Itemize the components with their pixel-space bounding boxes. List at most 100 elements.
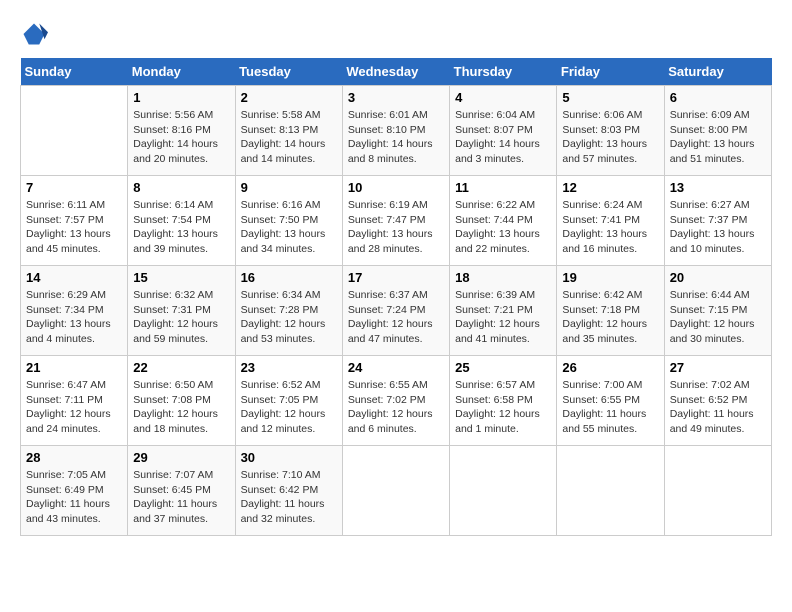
day-number: 30 xyxy=(241,450,337,465)
calendar-cell: 7Sunrise: 6:11 AM Sunset: 7:57 PM Daylig… xyxy=(21,176,128,266)
calendar-cell: 14 Sunrise: 6:29 AM Sunset: 7:34 PM Dayli… xyxy=(21,266,128,356)
calendar-cell: 13Sunrise: 6:27 AM Sunset: 7:37 PM Dayli… xyxy=(664,176,771,266)
day-number: 11 xyxy=(455,180,551,195)
day-number: 17 xyxy=(348,270,444,285)
day-info: Sunrise: 6:50 AM Sunset: 7:08 PM Dayligh… xyxy=(133,378,229,437)
day-number: 5 xyxy=(562,90,658,105)
calendar-cell: 2 Sunrise: 5:58 AM Sunset: 8:13 PM Daylig… xyxy=(235,86,342,176)
day-number: 6 xyxy=(670,90,766,105)
day-header-tuesday: Tuesday xyxy=(235,58,342,86)
calendar-cell xyxy=(557,446,664,536)
day-number: 18 xyxy=(455,270,551,285)
day-info: Sunrise: 6:14 AM Sunset: 7:54 PM Dayligh… xyxy=(133,198,229,257)
calendar-table: SundayMondayTuesdayWednesdayThursdayFrid… xyxy=(20,58,772,536)
day-info: Sunrise: 7:10 AM Sunset: 6:42 PM Dayligh… xyxy=(241,468,337,527)
calendar-cell: 19 Sunrise: 6:42 AM Sunset: 7:18 PM Dayli… xyxy=(557,266,664,356)
day-number: 28 xyxy=(26,450,122,465)
calendar-cell: 29 Sunrise: 7:07 AM Sunset: 6:45 PM Dayli… xyxy=(128,446,235,536)
calendar-cell: 11Sunrise: 6:22 AM Sunset: 7:44 PM Dayli… xyxy=(450,176,557,266)
calendar-cell: 26 Sunrise: 7:00 AM Sunset: 6:55 PM Dayli… xyxy=(557,356,664,446)
calendar-cell: 12Sunrise: 6:24 AM Sunset: 7:41 PM Dayli… xyxy=(557,176,664,266)
day-number: 4 xyxy=(455,90,551,105)
calendar-header: SundayMondayTuesdayWednesdayThursdayFrid… xyxy=(21,58,772,86)
day-info: Sunrise: 6:42 AM Sunset: 7:18 PM Dayligh… xyxy=(562,288,658,347)
day-number: 10 xyxy=(348,180,444,195)
calendar-cell: 3Sunrise: 6:01 AM Sunset: 8:10 PM Daylig… xyxy=(342,86,449,176)
day-number: 1 xyxy=(133,90,229,105)
calendar-cell xyxy=(664,446,771,536)
calendar-cell: 6 Sunrise: 6:09 AM Sunset: 8:00 PM Daylig… xyxy=(664,86,771,176)
week-row-3: 14 Sunrise: 6:29 AM Sunset: 7:34 PM Dayli… xyxy=(21,266,772,356)
day-info: Sunrise: 6:27 AM Sunset: 7:37 PM Dayligh… xyxy=(670,198,766,257)
calendar-cell: 23 Sunrise: 6:52 AM Sunset: 7:05 PM Dayli… xyxy=(235,356,342,446)
day-info: Sunrise: 6:32 AM Sunset: 7:31 PM Dayligh… xyxy=(133,288,229,347)
calendar-cell: 30 Sunrise: 7:10 AM Sunset: 6:42 PM Dayli… xyxy=(235,446,342,536)
logo-icon xyxy=(20,20,48,48)
day-info: Sunrise: 6:47 AM Sunset: 7:11 PM Dayligh… xyxy=(26,378,122,437)
page-header xyxy=(20,20,772,48)
day-info: Sunrise: 6:37 AM Sunset: 7:24 PM Dayligh… xyxy=(348,288,444,347)
day-info: Sunrise: 6:06 AM Sunset: 8:03 PM Dayligh… xyxy=(562,108,658,167)
day-number: 26 xyxy=(562,360,658,375)
day-info: Sunrise: 6:04 AM Sunset: 8:07 PM Dayligh… xyxy=(455,108,551,167)
calendar-cell: 22 Sunrise: 6:50 AM Sunset: 7:08 PM Dayli… xyxy=(128,356,235,446)
calendar-cell: 1 Sunrise: 5:56 AM Sunset: 8:16 PM Daylig… xyxy=(128,86,235,176)
week-row-1: 1 Sunrise: 5:56 AM Sunset: 8:16 PM Daylig… xyxy=(21,86,772,176)
day-header-sunday: Sunday xyxy=(21,58,128,86)
day-header-monday: Monday xyxy=(128,58,235,86)
calendar-cell: 17 Sunrise: 6:37 AM Sunset: 7:24 PM Dayli… xyxy=(342,266,449,356)
week-row-5: 28 Sunrise: 7:05 AM Sunset: 6:49 PM Dayli… xyxy=(21,446,772,536)
day-number: 22 xyxy=(133,360,229,375)
day-info: Sunrise: 7:05 AM Sunset: 6:49 PM Dayligh… xyxy=(26,468,122,527)
day-info: Sunrise: 6:39 AM Sunset: 7:21 PM Dayligh… xyxy=(455,288,551,347)
calendar-cell: 24 Sunrise: 6:55 AM Sunset: 7:02 PM Dayli… xyxy=(342,356,449,446)
day-number: 25 xyxy=(455,360,551,375)
calendar-cell: 28 Sunrise: 7:05 AM Sunset: 6:49 PM Dayli… xyxy=(21,446,128,536)
calendar-cell: 20 Sunrise: 6:44 AM Sunset: 7:15 PM Dayli… xyxy=(664,266,771,356)
day-info: Sunrise: 6:57 AM Sunset: 6:58 PM Dayligh… xyxy=(455,378,551,437)
calendar-cell: 18 Sunrise: 6:39 AM Sunset: 7:21 PM Dayli… xyxy=(450,266,557,356)
day-number: 14 xyxy=(26,270,122,285)
calendar-cell xyxy=(450,446,557,536)
calendar-cell xyxy=(21,86,128,176)
day-info: Sunrise: 6:44 AM Sunset: 7:15 PM Dayligh… xyxy=(670,288,766,347)
day-number: 24 xyxy=(348,360,444,375)
day-number: 2 xyxy=(241,90,337,105)
calendar-cell: 15Sunrise: 6:32 AM Sunset: 7:31 PM Dayli… xyxy=(128,266,235,356)
day-info: Sunrise: 5:58 AM Sunset: 8:13 PM Dayligh… xyxy=(241,108,337,167)
day-header-row: SundayMondayTuesdayWednesdayThursdayFrid… xyxy=(21,58,772,86)
calendar-cell: 8 Sunrise: 6:14 AM Sunset: 7:54 PM Daylig… xyxy=(128,176,235,266)
day-number: 27 xyxy=(670,360,766,375)
day-info: Sunrise: 7:00 AM Sunset: 6:55 PM Dayligh… xyxy=(562,378,658,437)
day-info: Sunrise: 6:52 AM Sunset: 7:05 PM Dayligh… xyxy=(241,378,337,437)
week-row-2: 7Sunrise: 6:11 AM Sunset: 7:57 PM Daylig… xyxy=(21,176,772,266)
day-number: 23 xyxy=(241,360,337,375)
calendar-cell: 10 Sunrise: 6:19 AM Sunset: 7:47 PM Dayli… xyxy=(342,176,449,266)
day-info: Sunrise: 6:55 AM Sunset: 7:02 PM Dayligh… xyxy=(348,378,444,437)
day-info: Sunrise: 6:24 AM Sunset: 7:41 PM Dayligh… xyxy=(562,198,658,257)
day-info: Sunrise: 6:34 AM Sunset: 7:28 PM Dayligh… xyxy=(241,288,337,347)
day-info: Sunrise: 6:09 AM Sunset: 8:00 PM Dayligh… xyxy=(670,108,766,167)
day-info: Sunrise: 6:16 AM Sunset: 7:50 PM Dayligh… xyxy=(241,198,337,257)
day-number: 8 xyxy=(133,180,229,195)
day-info: Sunrise: 6:29 AM Sunset: 7:34 PM Dayligh… xyxy=(26,288,122,347)
calendar-cell: 27Sunrise: 7:02 AM Sunset: 6:52 PM Dayli… xyxy=(664,356,771,446)
logo xyxy=(20,20,52,48)
day-info: Sunrise: 7:07 AM Sunset: 6:45 PM Dayligh… xyxy=(133,468,229,527)
day-number: 3 xyxy=(348,90,444,105)
calendar-cell: 21 Sunrise: 6:47 AM Sunset: 7:11 PM Dayli… xyxy=(21,356,128,446)
day-header-wednesday: Wednesday xyxy=(342,58,449,86)
day-number: 7 xyxy=(26,180,122,195)
day-header-friday: Friday xyxy=(557,58,664,86)
day-number: 19 xyxy=(562,270,658,285)
day-info: Sunrise: 5:56 AM Sunset: 8:16 PM Dayligh… xyxy=(133,108,229,167)
day-number: 21 xyxy=(26,360,122,375)
day-info: Sunrise: 6:19 AM Sunset: 7:47 PM Dayligh… xyxy=(348,198,444,257)
calendar-cell: 5 Sunrise: 6:06 AM Sunset: 8:03 PM Daylig… xyxy=(557,86,664,176)
day-number: 29 xyxy=(133,450,229,465)
calendar-cell: 9Sunrise: 6:16 AM Sunset: 7:50 PM Daylig… xyxy=(235,176,342,266)
week-row-4: 21 Sunrise: 6:47 AM Sunset: 7:11 PM Dayli… xyxy=(21,356,772,446)
day-number: 16 xyxy=(241,270,337,285)
day-header-saturday: Saturday xyxy=(664,58,771,86)
day-number: 20 xyxy=(670,270,766,285)
